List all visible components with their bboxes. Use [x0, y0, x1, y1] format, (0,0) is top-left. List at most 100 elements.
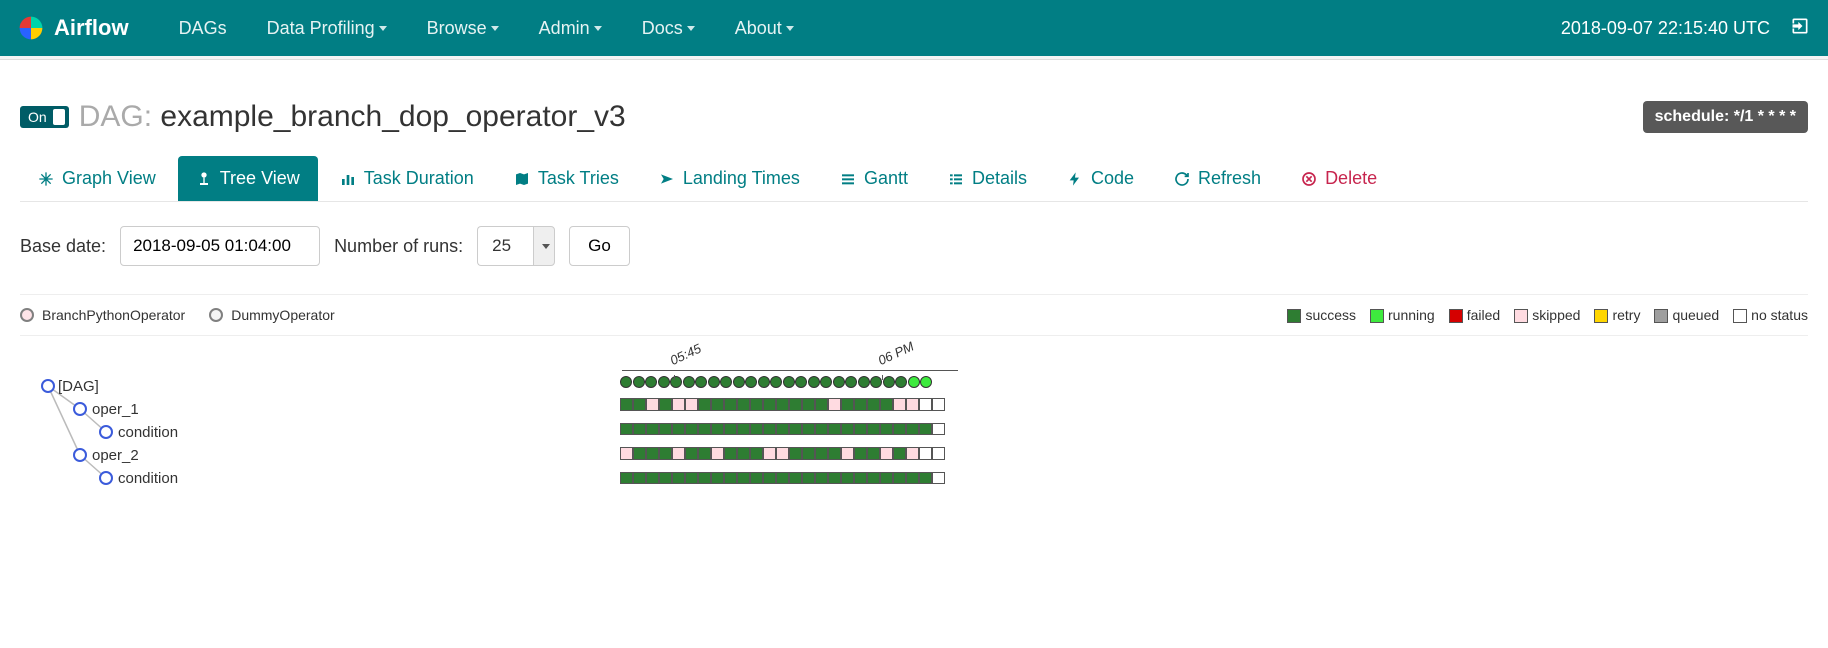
- task-run-cell[interactable]: [906, 472, 919, 485]
- tab-delete[interactable]: Delete: [1283, 156, 1395, 201]
- dag-run-cell[interactable]: [708, 376, 720, 388]
- task-run-cell[interactable]: [620, 447, 633, 460]
- task-run-cell[interactable]: [737, 447, 750, 460]
- tab-graph-view[interactable]: Graph View: [20, 156, 174, 201]
- tree-label[interactable]: oper_1: [92, 401, 139, 418]
- task-run-cell[interactable]: [815, 447, 828, 460]
- task-run-cell[interactable]: [815, 398, 828, 411]
- dag-run-cell[interactable]: [695, 376, 707, 388]
- task-run-cell[interactable]: [828, 472, 841, 485]
- task-run-cell[interactable]: [932, 447, 945, 460]
- task-run-cell[interactable]: [685, 472, 698, 485]
- task-run-cell[interactable]: [828, 447, 841, 460]
- task-run-cell[interactable]: [789, 447, 802, 460]
- tab-gantt[interactable]: Gantt: [822, 156, 926, 201]
- dag-run-cell[interactable]: [745, 376, 757, 388]
- dag-run-cell[interactable]: [833, 376, 845, 388]
- task-run-cell[interactable]: [893, 423, 906, 436]
- task-run-cell[interactable]: [633, 423, 646, 436]
- task-run-cell[interactable]: [906, 398, 919, 411]
- task-run-cell[interactable]: [815, 472, 828, 485]
- task-run-cell[interactable]: [919, 423, 932, 436]
- tree-label[interactable]: condition: [118, 470, 178, 487]
- task-run-cell[interactable]: [685, 398, 698, 411]
- task-run-cell[interactable]: [763, 447, 776, 460]
- task-run-cell[interactable]: [711, 472, 724, 485]
- tab-task-duration[interactable]: Task Duration: [322, 156, 492, 201]
- task-run-cell[interactable]: [893, 447, 906, 460]
- task-run-cell[interactable]: [880, 472, 893, 485]
- task-run-cell[interactable]: [828, 398, 841, 411]
- dag-run-cell[interactable]: [658, 376, 670, 388]
- task-run-cell[interactable]: [620, 472, 633, 485]
- task-run-cell[interactable]: [672, 447, 685, 460]
- task-run-cell[interactable]: [867, 423, 880, 436]
- task-run-cell[interactable]: [841, 472, 854, 485]
- task-run-cell[interactable]: [750, 447, 763, 460]
- dag-toggle[interactable]: On: [20, 106, 69, 128]
- task-run-cell[interactable]: [854, 447, 867, 460]
- task-run-cell[interactable]: [750, 398, 763, 411]
- task-run-cell[interactable]: [763, 472, 776, 485]
- dag-run-cell[interactable]: [645, 376, 657, 388]
- task-run-cell[interactable]: [932, 423, 945, 436]
- brand[interactable]: Airflow: [18, 15, 129, 41]
- task-run-cell[interactable]: [880, 423, 893, 436]
- dag-run-cell[interactable]: [870, 376, 882, 388]
- task-run-cell[interactable]: [620, 423, 633, 436]
- task-run-cell[interactable]: [841, 447, 854, 460]
- task-run-cell[interactable]: [776, 472, 789, 485]
- dag-run-cell[interactable]: [795, 376, 807, 388]
- go-button[interactable]: Go: [569, 226, 630, 266]
- task-run-cell[interactable]: [789, 472, 802, 485]
- tree-node[interactable]: [42, 380, 54, 392]
- task-run-cell[interactable]: [854, 423, 867, 436]
- task-run-cell[interactable]: [841, 423, 854, 436]
- nav-browse[interactable]: Browse: [407, 3, 519, 54]
- dag-run-cell[interactable]: [820, 376, 832, 388]
- task-run-cell[interactable]: [802, 423, 815, 436]
- dag-run-cell[interactable]: [783, 376, 795, 388]
- dag-run-cell[interactable]: [758, 376, 770, 388]
- task-run-cell[interactable]: [880, 447, 893, 460]
- task-run-cell[interactable]: [919, 398, 932, 411]
- task-run-cell[interactable]: [763, 398, 776, 411]
- tree-label[interactable]: [DAG]: [58, 378, 99, 395]
- task-run-cell[interactable]: [867, 472, 880, 485]
- task-run-cell[interactable]: [724, 472, 737, 485]
- tree-node[interactable]: [74, 403, 86, 415]
- task-run-cell[interactable]: [841, 398, 854, 411]
- dag-run-cell[interactable]: [808, 376, 820, 388]
- dag-run-cell[interactable]: [620, 376, 632, 388]
- task-run-cell[interactable]: [789, 423, 802, 436]
- dag-run-cell[interactable]: [770, 376, 782, 388]
- task-run-cell[interactable]: [919, 472, 932, 485]
- task-run-cell[interactable]: [906, 423, 919, 436]
- task-run-cell[interactable]: [672, 423, 685, 436]
- task-run-cell[interactable]: [633, 447, 646, 460]
- tab-details[interactable]: Details: [930, 156, 1045, 201]
- task-run-cell[interactable]: [932, 472, 945, 485]
- task-run-cell[interactable]: [906, 447, 919, 460]
- chevron-down-icon[interactable]: [533, 226, 555, 266]
- task-run-cell[interactable]: [698, 398, 711, 411]
- tree-node[interactable]: [100, 426, 112, 438]
- task-run-cell[interactable]: [672, 398, 685, 411]
- dag-run-cell[interactable]: [920, 376, 932, 388]
- task-run-cell[interactable]: [854, 398, 867, 411]
- nav-dags[interactable]: DAGs: [159, 3, 247, 54]
- tree-label[interactable]: condition: [118, 424, 178, 441]
- task-run-cell[interactable]: [659, 447, 672, 460]
- task-run-cell[interactable]: [737, 472, 750, 485]
- task-run-cell[interactable]: [685, 447, 698, 460]
- dag-run-cell[interactable]: [683, 376, 695, 388]
- task-run-cell[interactable]: [854, 472, 867, 485]
- task-run-cell[interactable]: [776, 447, 789, 460]
- tab-tree-view[interactable]: Tree View: [178, 156, 318, 201]
- task-run-cell[interactable]: [893, 398, 906, 411]
- task-run-cell[interactable]: [646, 423, 659, 436]
- task-run-cell[interactable]: [802, 398, 815, 411]
- task-run-cell[interactable]: [633, 398, 646, 411]
- task-run-cell[interactable]: [620, 398, 633, 411]
- task-run-cell[interactable]: [711, 423, 724, 436]
